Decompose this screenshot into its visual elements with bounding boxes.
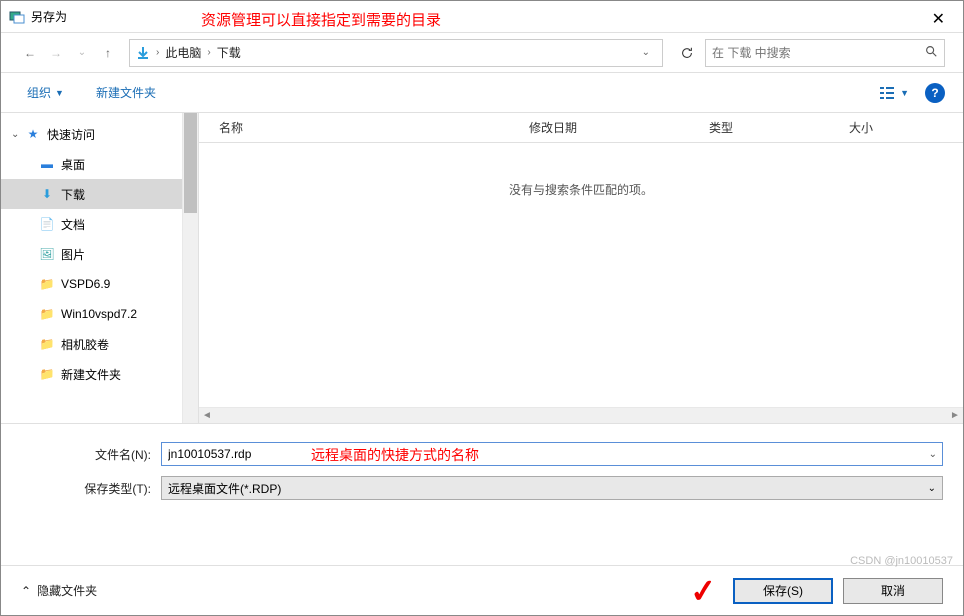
organize-menu[interactable]: 组织 ▼ xyxy=(19,80,72,105)
scroll-left-icon[interactable]: ◄ xyxy=(199,409,215,423)
folder-icon: 📁 xyxy=(39,366,55,382)
refresh-button[interactable] xyxy=(673,39,701,67)
view-options-button[interactable]: ▼ xyxy=(874,82,915,104)
annotation-checkmark: ✓ xyxy=(689,570,719,610)
forward-button[interactable]: → xyxy=(45,42,67,64)
columns-header: 名称 修改日期 类型 大小 xyxy=(199,113,963,143)
button-bar: ⌃ 隐藏文件夹 ✓ 保存(S) 取消 xyxy=(1,565,963,615)
tree-item-folder[interactable]: 📁 相机胶卷 xyxy=(1,329,198,359)
folder-icon: 📁 xyxy=(39,276,55,292)
tree-label: Win10vspd7.2 xyxy=(61,307,198,321)
hide-folders-label: 隐藏文件夹 xyxy=(37,582,97,599)
up-button[interactable]: ↑ xyxy=(97,42,119,64)
annotation-resource-path: 资源管理可以直接指定到需要的目录 xyxy=(201,9,441,30)
tree-quick-access[interactable]: ⌄ ★ 快速访问 xyxy=(1,119,198,149)
tree-label: 下载 xyxy=(61,186,178,203)
downloads-icon: ⬇ xyxy=(39,186,55,202)
cancel-button[interactable]: 取消 xyxy=(843,578,943,604)
scrollbar-thumb[interactable] xyxy=(184,113,197,213)
filename-label: 文件名(N): xyxy=(21,446,161,463)
save-button[interactable]: 保存(S) xyxy=(733,578,833,604)
filetype-label: 保存类型(T): xyxy=(21,480,161,497)
tree-label: VSPD6.9 xyxy=(61,277,198,291)
filetype-value: 远程桌面文件(*.RDP) xyxy=(168,480,281,497)
tree-item-folder[interactable]: 📁 新建文件夹 xyxy=(1,359,198,389)
tree-label: 图片 xyxy=(61,246,178,263)
back-button[interactable]: ← xyxy=(19,42,41,64)
tree-label: 快速访问 xyxy=(47,126,198,143)
breadcrumb-dropdown[interactable]: ⌄ xyxy=(642,47,658,58)
pictures-icon: 🖼 xyxy=(39,246,55,262)
filename-input[interactable] xyxy=(161,442,943,466)
folder-icon: 📁 xyxy=(39,306,55,322)
help-button[interactable]: ? xyxy=(925,83,945,103)
collapse-icon[interactable]: ⌄ xyxy=(11,129,25,140)
tree-label: 相机胶卷 xyxy=(61,336,198,353)
column-date[interactable]: 修改日期 xyxy=(529,119,709,136)
tree-item-folder[interactable]: 📁 Win10vspd7.2 xyxy=(1,299,198,329)
chevron-up-icon: ⌃ xyxy=(21,584,31,598)
tree-label: 新建文件夹 xyxy=(61,366,198,383)
title-bar: 另存为 资源管理可以直接指定到需要的目录 ✕ xyxy=(1,1,963,33)
folder-icon: 📁 xyxy=(39,336,55,352)
search-box[interactable] xyxy=(705,39,945,67)
column-name[interactable]: 名称 xyxy=(219,119,529,136)
desktop-icon: ▬ xyxy=(39,156,55,172)
tree-item-downloads[interactable]: ⬇ 下载 📌 xyxy=(1,179,198,209)
new-folder-button[interactable]: 新建文件夹 xyxy=(88,80,164,105)
window-title: 另存为 xyxy=(31,8,67,25)
tree-item-documents[interactable]: 📄 文档 📌 xyxy=(1,209,198,239)
search-input[interactable] xyxy=(712,46,924,60)
navigation-tree: ⌄ ★ 快速访问 ▬ 桌面 📌 ⬇ 下载 📌 📄 文档 📌 🖼 图片 📌 📁 V… xyxy=(1,113,199,423)
tree-item-desktop[interactable]: ▬ 桌面 📌 xyxy=(1,149,198,179)
file-list-panel: 名称 修改日期 类型 大小 没有与搜索条件匹配的项。 ◄ ► xyxy=(199,113,963,423)
tree-scrollbar[interactable] xyxy=(182,113,198,423)
chevron-down-icon: ⌄ xyxy=(928,483,936,494)
breadcrumb[interactable]: › 此电脑 › 下载 ⌄ xyxy=(129,39,663,67)
hide-folders-toggle[interactable]: ⌃ 隐藏文件夹 xyxy=(21,582,97,599)
tree-item-folder[interactable]: 📁 VSPD6.9 xyxy=(1,269,198,299)
close-button[interactable]: ✕ xyxy=(922,7,955,31)
watermark: CSDN @jn10010537 xyxy=(850,555,953,567)
breadcrumb-this-pc[interactable]: 此电脑 xyxy=(159,44,207,61)
filetype-select[interactable]: 远程桌面文件(*.RDP) ⌄ xyxy=(161,476,943,500)
column-size[interactable]: 大小 xyxy=(849,119,963,136)
empty-message: 没有与搜索条件匹配的项。 xyxy=(199,181,963,198)
horizontal-scrollbar[interactable]: ◄ ► xyxy=(199,407,963,423)
chevron-down-icon: ▼ xyxy=(55,88,64,98)
document-icon: 📄 xyxy=(39,216,55,232)
filename-row: 文件名(N): ⌄ 远程桌面的快捷方式的名称 xyxy=(21,442,943,466)
chevron-down-icon: ▼ xyxy=(900,88,909,98)
downloads-icon xyxy=(134,44,152,62)
nav-bar: ← → ⌄ ↑ › 此电脑 › 下载 ⌄ xyxy=(1,33,963,73)
toolbar: 组织 ▼ 新建文件夹 ▼ ? xyxy=(1,73,963,113)
tree-label: 桌面 xyxy=(61,156,178,173)
star-icon: ★ xyxy=(25,126,41,142)
organize-label: 组织 xyxy=(27,84,51,101)
search-icon[interactable] xyxy=(924,44,938,61)
scroll-right-icon[interactable]: ► xyxy=(947,409,963,423)
main-content: ⌄ ★ 快速访问 ▬ 桌面 📌 ⬇ 下载 📌 📄 文档 📌 🖼 图片 📌 📁 V… xyxy=(1,113,963,423)
filetype-row: 保存类型(T): 远程桌面文件(*.RDP) ⌄ xyxy=(21,476,943,500)
scrollbar-thumb[interactable] xyxy=(215,409,947,423)
tree-label: 文档 xyxy=(61,216,178,233)
recent-dropdown[interactable]: ⌄ xyxy=(71,42,93,64)
app-icon xyxy=(9,9,25,25)
tree-item-pictures[interactable]: 🖼 图片 📌 xyxy=(1,239,198,269)
save-form: 文件名(N): ⌄ 远程桌面的快捷方式的名称 保存类型(T): 远程桌面文件(*… xyxy=(1,423,963,520)
column-type[interactable]: 类型 xyxy=(709,119,849,136)
breadcrumb-downloads[interactable]: 下载 xyxy=(211,44,247,61)
